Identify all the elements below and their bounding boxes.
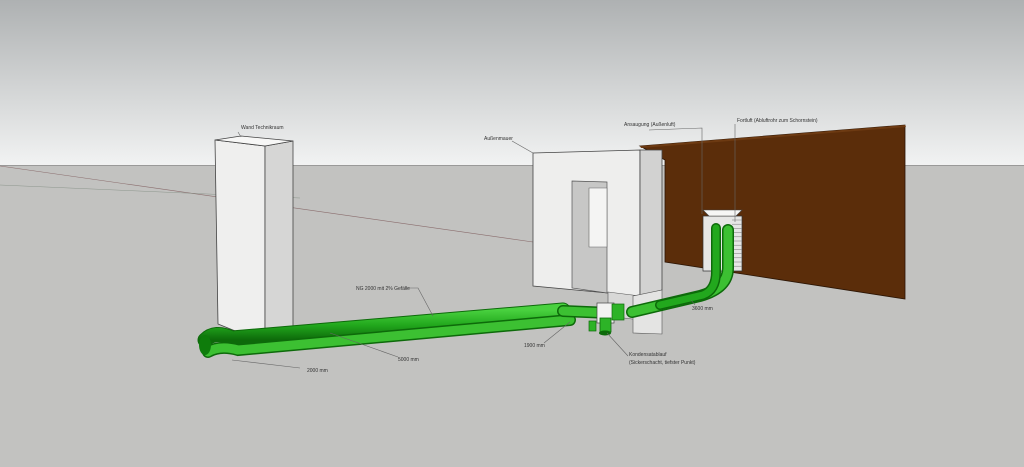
technical-room-wall [214, 135, 294, 344]
label-intake: Ansaugung (Außenluft) [624, 122, 676, 128]
label-pipe-slope: NG 2000 mit 2% Gefälle [356, 286, 410, 292]
label-condensate-1: Kondensatablauf [629, 352, 667, 358]
label-condensate-2: (Sickerschacht, tiefster Punkt) [629, 360, 696, 366]
label-dim-1900: 1900 mm [524, 343, 545, 349]
label-exterior-wall: Außenmauer [484, 136, 513, 142]
label-dim-5000: 5000 mm [398, 357, 419, 363]
label-exhaust: Fortluft (Abluftrohr zum Schornstein) [737, 118, 818, 124]
3d-model-viewport[interactable]: Wand Technikraum Außenmauer Ansaugung (A… [0, 0, 1024, 467]
label-dim-2000: 2000 mm [307, 368, 328, 374]
label-technical-wall: Wand Technikraum [241, 125, 284, 131]
label-dim-3600: 3600 mm [692, 306, 713, 312]
